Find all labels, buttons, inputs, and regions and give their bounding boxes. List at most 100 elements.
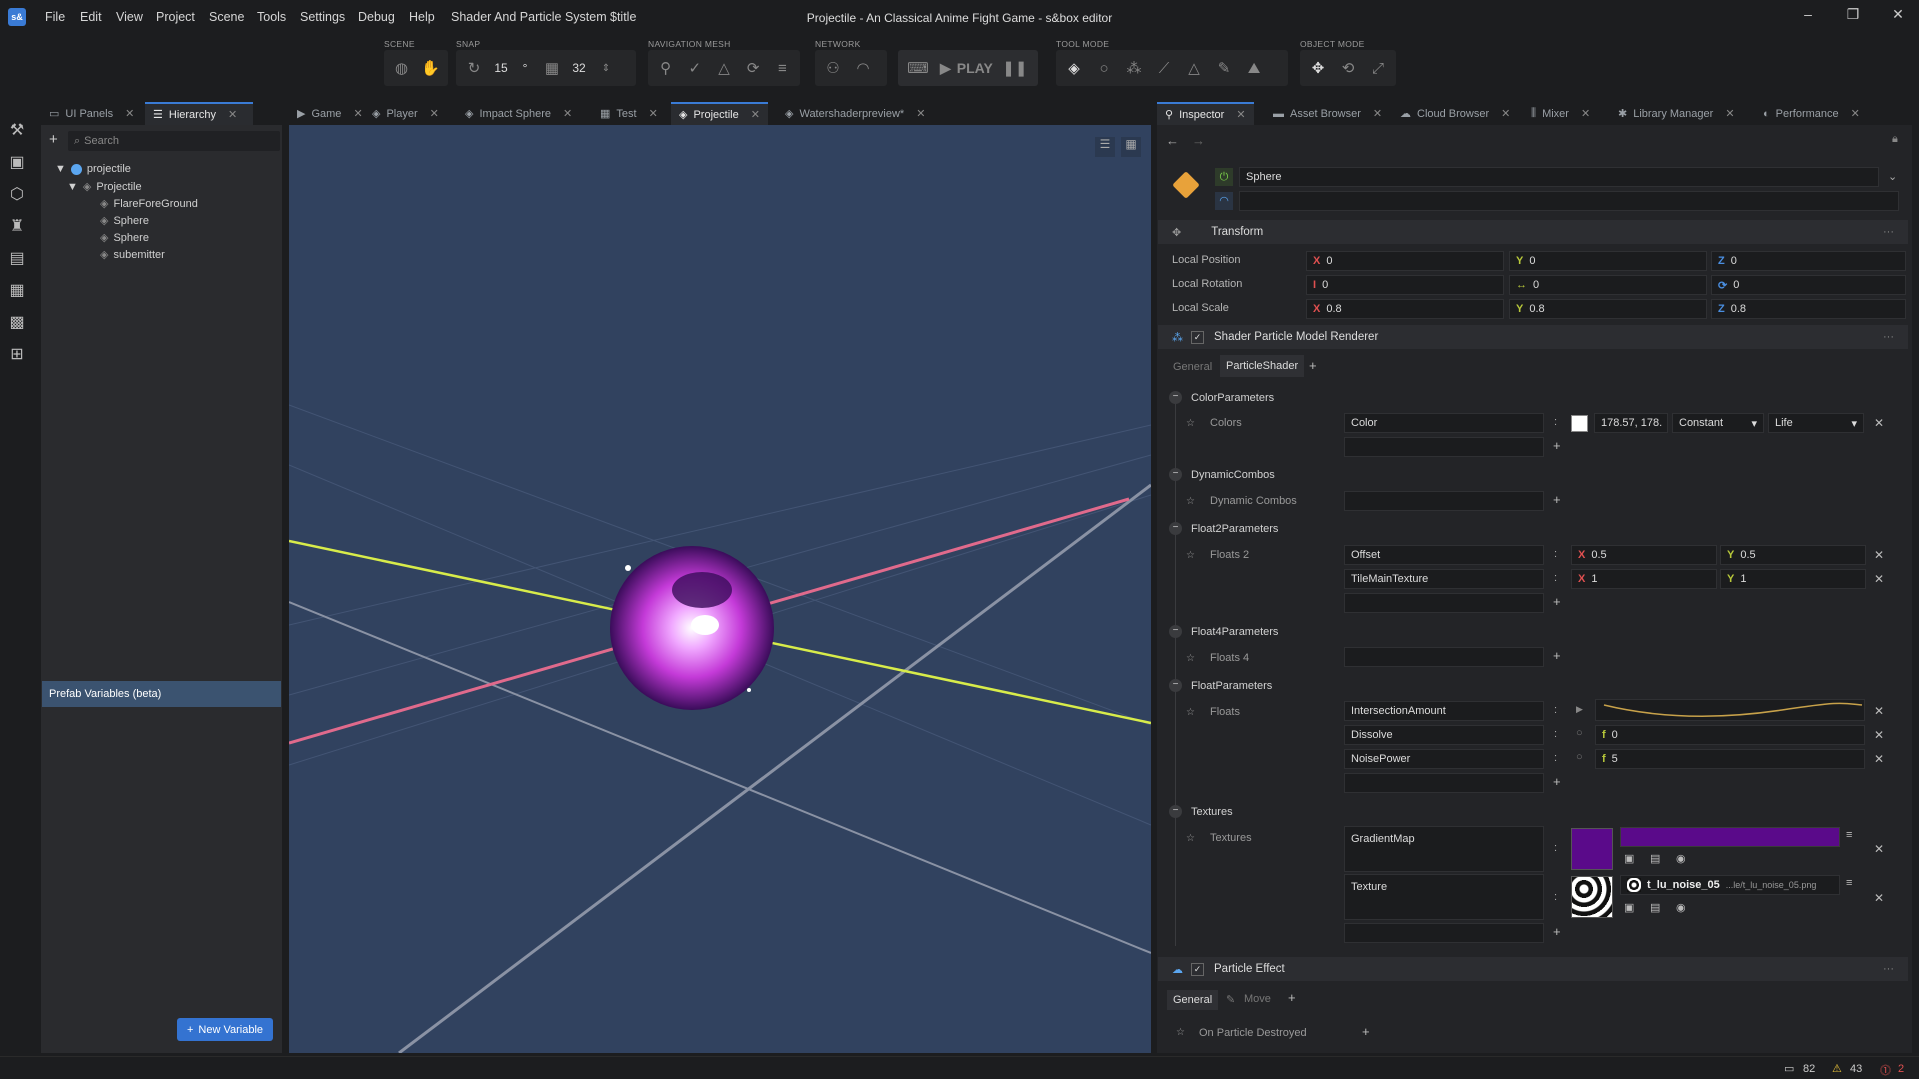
remove-icon[interactable]: ✕	[1874, 842, 1884, 856]
collapse-icon[interactable]: −	[1169, 522, 1182, 535]
people-icon[interactable]: ⚇	[821, 56, 845, 80]
back-arrow-icon[interactable]: ←	[1166, 133, 1179, 148]
maximize-button[interactable]: ❐	[1840, 6, 1866, 26]
brush-icon[interactable]: ✎	[1212, 56, 1236, 80]
add-icon[interactable]: +	[1553, 774, 1561, 789]
gradient-thumbnail[interactable]	[1571, 828, 1613, 870]
tab-watershaderpreview[interactable]: ◈ Watershaderpreview* ✕	[777, 102, 933, 125]
add-icon[interactable]: +	[1553, 492, 1561, 507]
tab-move[interactable]: Move	[1244, 993, 1271, 1005]
new-texture-input[interactable]	[1344, 923, 1544, 943]
color-swatch[interactable]	[1571, 415, 1588, 432]
hierarchy-search-input[interactable]: ⌕ Search	[68, 131, 280, 151]
apps-icon[interactable]: ⊞	[0, 338, 34, 370]
lock-icon[interactable]: 🔒︎	[1892, 133, 1898, 146]
more-icon[interactable]: ···	[1883, 963, 1894, 975]
walk-icon[interactable]: ⚲	[654, 56, 677, 80]
new-float-input[interactable]	[1344, 773, 1544, 793]
add-icon[interactable]: +	[1553, 924, 1561, 939]
mode-circle-icon[interactable]: ○	[1576, 727, 1583, 739]
remove-icon[interactable]: ✕	[1874, 752, 1884, 766]
play-curve-icon[interactable]: ▶	[1576, 704, 1583, 715]
grid-icon[interactable]: ▦	[540, 56, 564, 80]
chevron-down-icon[interactable]: ⌄	[1888, 170, 1897, 183]
remove-icon[interactable]: ✕	[1874, 891, 1884, 905]
stepper-icon[interactable]: ⇕	[594, 56, 618, 80]
offset-name-input[interactable]: Offset	[1344, 545, 1544, 565]
layers-icon[interactable]: ◈	[1062, 56, 1086, 80]
rotation-pitch-field[interactable]: I0	[1306, 275, 1504, 295]
tile-x-field[interactable]: X1	[1571, 569, 1717, 589]
remove-icon[interactable]: ✕	[1874, 728, 1884, 742]
dissolve-name-input[interactable]: Dissolve	[1344, 725, 1544, 745]
snap-grid-value[interactable]: 32	[570, 61, 588, 75]
color-life-select[interactable]: Life ▾	[1768, 413, 1864, 433]
tab-impact-sphere[interactable]: ◈ Impact Sphere ✕	[457, 102, 580, 125]
dynamic-combo-input[interactable]	[1344, 491, 1544, 511]
star-icon[interactable]: ☆	[1186, 496, 1195, 507]
add-icon[interactable]: +	[1553, 438, 1561, 453]
triangle-icon[interactable]: △	[712, 56, 735, 80]
image-icon[interactable]: ▣	[1624, 852, 1634, 865]
collapse-icon[interactable]: −	[1169, 679, 1182, 692]
close-icon[interactable]: ✕	[649, 107, 658, 120]
noise-texture-thumbnail[interactable]	[1571, 876, 1613, 918]
close-icon[interactable]: ✕	[1236, 108, 1245, 121]
palette-icon[interactable]: ◉	[1676, 852, 1686, 865]
prefab-variables-header[interactable]: Prefab Variables (beta)	[42, 681, 281, 707]
view-settings-icon[interactable]: ☰	[1095, 137, 1115, 157]
model-icon[interactable]: ⬡	[0, 178, 34, 210]
scale-z-field[interactable]: Z 0.8	[1711, 299, 1906, 319]
add-icon[interactable]: +	[1362, 1024, 1370, 1039]
collapse-icon[interactable]: −	[1169, 468, 1182, 481]
float4-input[interactable]	[1344, 647, 1544, 667]
transform-header[interactable]: ✥ Transform ···	[1158, 220, 1908, 244]
warning-count[interactable]: 43	[1850, 1063, 1862, 1075]
error-icon[interactable]: ⓵	[1880, 1062, 1891, 1078]
warning-icon[interactable]: ⚠	[1832, 1062, 1842, 1075]
particle-effect-header[interactable]: ☁ ✓ Particle Effect ···	[1158, 957, 1908, 981]
texture-file-field[interactable]: t_lu_noise_05 ...le/t_lu_noise_05.png	[1620, 875, 1840, 895]
dashboard-icon[interactable]: ▤	[0, 242, 34, 274]
rotation-roll-field[interactable]: ⟳ 0	[1711, 275, 1906, 295]
noisepower-value-field[interactable]: f5	[1595, 749, 1865, 769]
move-icon[interactable]: ✥	[1306, 56, 1330, 80]
close-icon[interactable]: ✕	[1725, 107, 1734, 120]
check-icon[interactable]: ✓	[683, 56, 706, 80]
tab-general[interactable]: General	[1173, 361, 1212, 373]
star-icon[interactable]: ☆	[1176, 1027, 1185, 1038]
tab-projectile[interactable]: ◈ Projectile ✕	[671, 102, 768, 125]
rotation-yaw-field[interactable]: ↔ 0	[1509, 275, 1707, 295]
color-value-field[interactable]: 178.57, 178.	[1594, 413, 1668, 433]
tree-item[interactable]: ▼ ◈ Projectile	[67, 180, 142, 194]
close-icon[interactable]: ✕	[1581, 107, 1590, 120]
gradientmap-name-input[interactable]: GradientMap	[1344, 826, 1544, 872]
close-icon[interactable]: ✕	[430, 107, 439, 120]
enabled-checkbox[interactable]: ✓	[1191, 962, 1204, 976]
star-icon[interactable]: ☆	[1186, 833, 1195, 844]
cluster-icon[interactable]: ⁂	[1122, 56, 1146, 80]
remove-icon[interactable]: ✕	[1874, 704, 1884, 718]
close-icon[interactable]: ✕	[1501, 107, 1510, 120]
tree-item-root[interactable]: ▼ projectile	[55, 163, 131, 175]
texture-name-input[interactable]: Texture	[1344, 874, 1544, 920]
remove-icon[interactable]: ✕	[1874, 548, 1884, 562]
close-icon[interactable]: ✕	[916, 107, 925, 120]
tab-player[interactable]: ◈ Player ✕	[364, 102, 447, 125]
tab-inspector[interactable]: ⚲ Inspector ✕	[1157, 102, 1254, 125]
terrain-icon[interactable]: ⛰	[1242, 56, 1266, 80]
collapse-icon[interactable]: −	[1169, 625, 1182, 638]
color-name-input[interactable]: Color	[1344, 413, 1544, 433]
snap-angle-value[interactable]: 15	[492, 61, 510, 75]
star-icon[interactable]: ☆	[1186, 550, 1195, 561]
message-icon[interactable]: ▭	[1784, 1062, 1794, 1075]
star-icon[interactable]: ☆	[1186, 707, 1195, 718]
palette-icon[interactable]: ◉	[1676, 901, 1686, 914]
power-icon[interactable]: ⏻	[1215, 168, 1233, 186]
tab-general[interactable]: General	[1167, 990, 1219, 1010]
circle-icon[interactable]: ○	[1092, 56, 1116, 80]
scale-y-field[interactable]: Y 0.8	[1509, 299, 1707, 319]
close-icon[interactable]: ✕	[563, 107, 572, 120]
more-icon[interactable]: ···	[1883, 226, 1894, 238]
new-float2-input[interactable]	[1344, 593, 1544, 613]
